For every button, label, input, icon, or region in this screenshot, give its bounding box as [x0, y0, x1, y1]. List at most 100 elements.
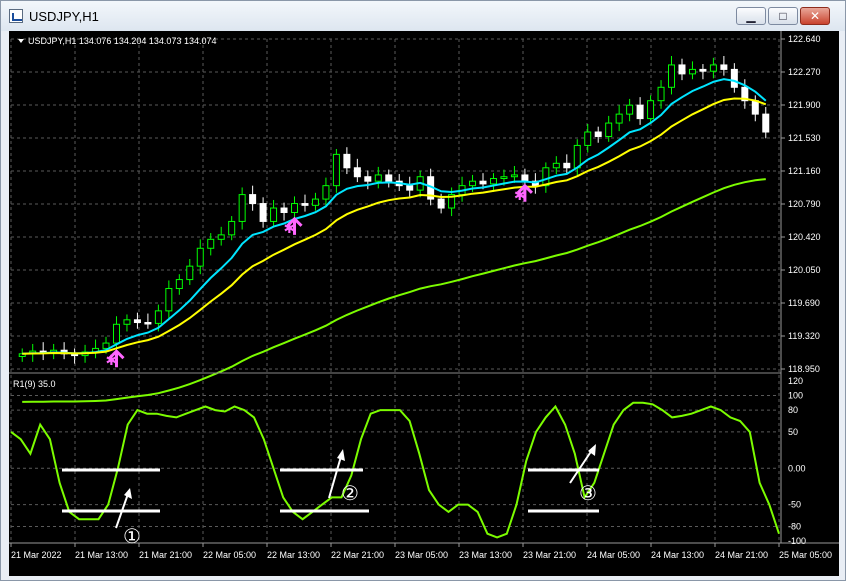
time-label: 22 Mar 21:00 — [331, 550, 384, 560]
marker-2: ② — [341, 483, 359, 505]
candle-body — [406, 185, 414, 191]
time-label: 21 Mar 2022 — [11, 550, 62, 560]
restore-icon: □ — [779, 9, 787, 23]
candle-body — [301, 203, 309, 206]
candle-body — [709, 64, 717, 72]
candle-body — [364, 176, 372, 182]
restore-button[interactable]: □ — [768, 7, 798, 25]
price-label: 119.320 — [788, 331, 820, 341]
candles-layer — [18, 55, 770, 364]
chart-grid — [10, 38, 780, 543]
candle-body — [626, 104, 634, 115]
candle-body — [154, 310, 162, 324]
price-label: 119.690 — [788, 298, 820, 308]
candle-body — [144, 321, 152, 325]
time-label: 24 Mar 05:00 — [587, 550, 640, 560]
candle-body — [112, 323, 120, 344]
time-label: 23 Mar 13:00 — [459, 550, 512, 560]
time-label: 23 Mar 05:00 — [395, 550, 448, 560]
candle-body — [249, 194, 257, 205]
candle-body — [175, 279, 183, 290]
candle-body — [343, 153, 351, 169]
candle-body — [500, 176, 508, 180]
chart-window: USDJPY,H1 ▁ □ ✕ ✱ ✱ ✱ USDJPY,H1 134.076 13… — [0, 0, 846, 581]
time-label: 24 Mar 21:00 — [715, 550, 768, 560]
marker-1: ① — [123, 526, 141, 548]
arrow-head-icon — [124, 488, 132, 499]
candle-body — [228, 220, 236, 236]
candle-body — [594, 131, 602, 137]
title-bar[interactable]: USDJPY,H1 ▁ □ ✕ — [1, 1, 845, 31]
ma-slow-line — [22, 178, 766, 403]
indicator-label: R1(9) 35.0 — [13, 379, 56, 389]
chart-window-icon — [9, 9, 23, 23]
minimize-button[interactable]: ▁ — [736, 7, 766, 25]
time-label: 22 Mar 05:00 — [203, 550, 256, 560]
candle-body — [123, 319, 131, 325]
collapse-arrow-icon[interactable] — [18, 39, 24, 43]
indicator-scale-label: 100 — [788, 391, 803, 401]
candle-body — [688, 68, 696, 75]
candle-body — [584, 131, 592, 146]
indicator-scale-label: -50 — [788, 500, 801, 510]
candle-body — [605, 122, 613, 137]
candle-body — [647, 100, 655, 120]
candle-body — [102, 342, 110, 349]
candle-body — [563, 162, 571, 169]
candle-body — [353, 167, 361, 178]
candle-body — [751, 100, 759, 115]
indicator-scale-label: -100 — [788, 536, 806, 546]
candle-body — [186, 265, 194, 281]
price-label: 121.530 — [788, 133, 821, 143]
ma-mid-line — [22, 97, 767, 355]
candle-body — [720, 64, 728, 70]
price-label: 122.640 — [788, 34, 821, 44]
indicator-scale-label: -80 — [788, 521, 801, 531]
candle-body — [615, 113, 623, 124]
candle-body — [311, 198, 319, 206]
candle-body — [291, 203, 299, 213]
close-button[interactable]: ✕ — [800, 7, 830, 25]
candle-body — [217, 234, 225, 240]
indicator-scale-label: 80 — [788, 405, 798, 415]
time-label: 24 Mar 13:00 — [651, 550, 704, 560]
candle-body — [573, 144, 581, 169]
chart-svg[interactable]: ✱ ✱ ✱ USDJPY,H1 134.076 134.204 134.073 13… — [9, 31, 839, 576]
close-icon: ✕ — [809, 9, 821, 23]
candle-body — [469, 180, 477, 187]
candle-body — [521, 174, 529, 182]
candle-body — [437, 198, 445, 209]
candle-body — [699, 68, 707, 72]
price-label: 120.790 — [788, 199, 821, 209]
time-label: 22 Mar 13:00 — [267, 550, 320, 560]
candle-body — [668, 64, 676, 88]
candle-body — [489, 178, 497, 185]
indicator-scale-label: 120 — [788, 376, 803, 386]
candle-body — [322, 185, 330, 200]
window-title: USDJPY,H1 — [29, 9, 99, 24]
price-label: 121.900 — [788, 100, 821, 110]
price-label: 122.270 — [788, 67, 821, 77]
candle-body — [510, 174, 518, 178]
candle-body — [165, 288, 173, 312]
chart-header: USDJPY,H1 134.076 134.204 134.073 134.07… — [28, 36, 217, 46]
ma-fast-line — [22, 78, 767, 355]
candle-body — [636, 104, 644, 120]
candle-body — [207, 238, 215, 249]
candle-body — [385, 174, 393, 182]
signal-star-icon: ✱ — [284, 220, 296, 236]
price-label: 120.050 — [788, 265, 821, 275]
chart-canvas[interactable]: ✱ ✱ ✱ USDJPY,H1 134.076 134.204 134.073 13… — [9, 31, 839, 576]
price-label: 121.160 — [788, 166, 821, 176]
candle-body — [332, 153, 340, 187]
time-label: 23 Mar 21:00 — [523, 550, 576, 560]
candle-body — [730, 68, 738, 88]
candle-body — [196, 247, 204, 267]
candle-body — [552, 162, 560, 169]
candle-body — [374, 174, 382, 182]
time-label: 21 Mar 13:00 — [75, 550, 128, 560]
candle-body — [238, 194, 246, 222]
time-label: 21 Mar 21:00 — [139, 550, 192, 560]
candle-body — [270, 207, 278, 222]
marker-3: ③ — [579, 483, 597, 505]
